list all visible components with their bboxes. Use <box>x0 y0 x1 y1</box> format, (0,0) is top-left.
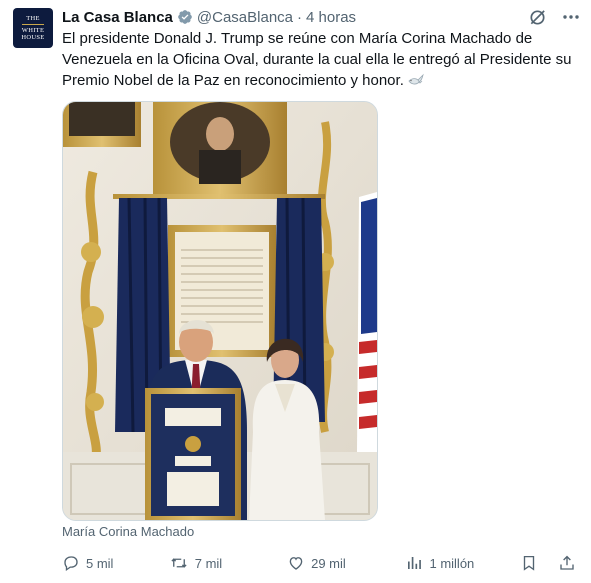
share-icon <box>560 555 574 570</box>
image-caption: María Corina Machado <box>62 524 195 539</box>
dove-emoji-icon <box>407 72 425 94</box>
oval-office-photo <box>63 102 377 520</box>
tweet-text: El presidente Donald J. Trump se reúne c… <box>62 30 572 89</box>
separator-dot: · <box>297 8 302 26</box>
repost-count: 7 mil <box>194 555 223 571</box>
repost-icon <box>171 558 187 568</box>
bookmark-icon <box>523 555 535 571</box>
avatar-text-line-2: WHITE <box>21 27 45 34</box>
author-handle[interactable]: @CasaBlanca <box>197 9 293 26</box>
action-bar: 5 mil 7 mil 29 mil 1 millón <box>62 552 582 574</box>
more-icon[interactable] <box>561 7 581 27</box>
reply-icon <box>64 556 78 572</box>
avatar-text-line-1: THE <box>26 15 40 22</box>
repost-button[interactable]: 7 mil <box>169 554 287 572</box>
post-time[interactable]: 4 horas <box>306 9 356 26</box>
bookmark-button[interactable] <box>520 554 544 572</box>
reply-button[interactable]: 5 mil <box>62 554 169 572</box>
views-icon <box>408 557 422 569</box>
post-image[interactable] <box>62 101 378 521</box>
avatar-rule <box>22 24 44 25</box>
tweet-text-block: El presidente Donald J. Trump se reúne c… <box>62 28 586 94</box>
verified-badge-icon <box>177 9 193 25</box>
like-button[interactable]: 29 mil <box>287 554 405 572</box>
avatar-text-line-3: HOUSE <box>21 34 45 41</box>
views-count: 1 millón <box>429 555 475 571</box>
like-count: 29 mil <box>311 555 346 571</box>
share-button[interactable] <box>558 554 582 572</box>
like-icon <box>289 557 303 570</box>
author-name[interactable]: La Casa Blanca <box>62 9 173 26</box>
reply-count: 5 mil <box>86 555 114 571</box>
avatar[interactable]: THE WHITE HOUSE <box>13 8 53 48</box>
grok-icon[interactable] <box>527 7 547 27</box>
views-button[interactable]: 1 millón <box>405 554 520 572</box>
tweet-header: La Casa Blanca @CasaBlanca · 4 horas <box>62 6 581 28</box>
